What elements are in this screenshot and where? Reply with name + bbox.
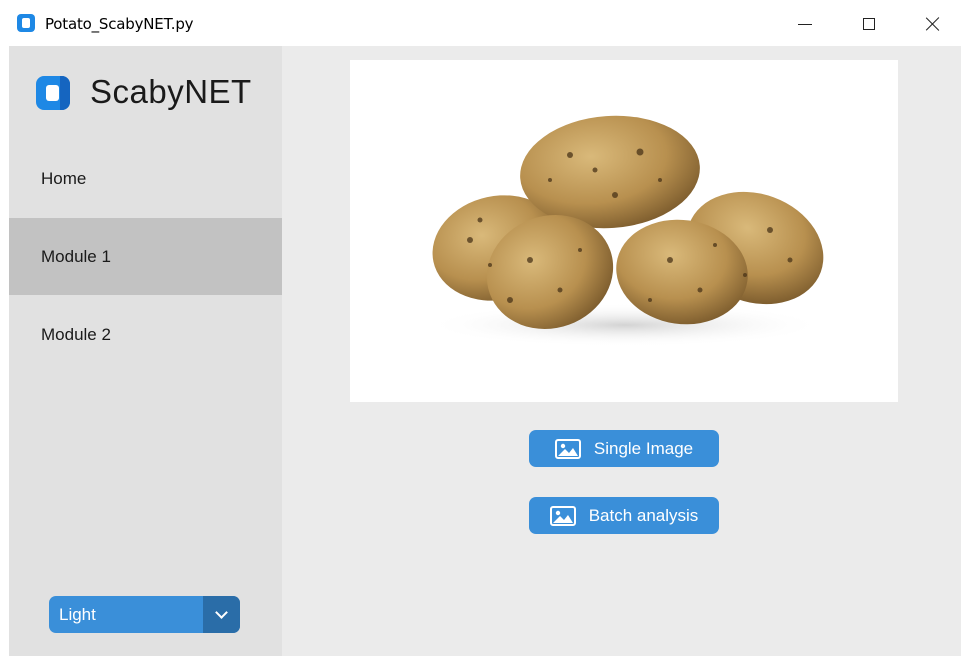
sidebar-item-module-2[interactable]: Module 2	[9, 296, 282, 373]
single-image-label: Single Image	[593, 438, 694, 458]
main-panel: Single Image Batch analysis	[282, 46, 961, 656]
sidebar-item-home[interactable]: Home	[9, 140, 282, 217]
brand-name: ScabyNET	[90, 73, 252, 110]
image-preview	[350, 60, 898, 402]
sidebar-item-label: Home	[41, 168, 87, 188]
sidebar-item-label: Module 2	[41, 324, 111, 344]
window-title: Potato_ScabyNET.py	[45, 15, 194, 33]
maximize-icon	[863, 18, 875, 30]
chevron-down-icon	[215, 606, 228, 619]
appearance-mode-select[interactable]: Light	[49, 596, 240, 633]
sidebar-item-label: Module 1	[41, 246, 111, 266]
appearance-mode-value: Light	[59, 605, 96, 624]
close-icon	[925, 16, 941, 32]
dropdown-arrow-button[interactable]	[203, 596, 240, 633]
batch-analysis-button[interactable]: Batch analysis	[529, 497, 719, 534]
maximize-button[interactable]	[846, 8, 892, 40]
image-icon	[549, 505, 576, 526]
minimize-button[interactable]	[782, 8, 828, 40]
minimize-icon	[798, 23, 812, 25]
single-image-button[interactable]: Single Image	[529, 430, 719, 467]
title-bar: Potato_ScabyNET.py	[0, 0, 961, 46]
close-button[interactable]	[910, 8, 956, 40]
app-icon	[17, 14, 35, 32]
sidebar: ScabyNET Home Module 1 Module 2 Light	[9, 46, 282, 656]
image-icon	[554, 438, 581, 459]
batch-analysis-label: Batch analysis	[588, 505, 699, 525]
sidebar-item-module-1[interactable]: Module 1	[9, 218, 282, 295]
brand-logo-icon	[36, 76, 70, 110]
potato-photo	[425, 115, 825, 347]
